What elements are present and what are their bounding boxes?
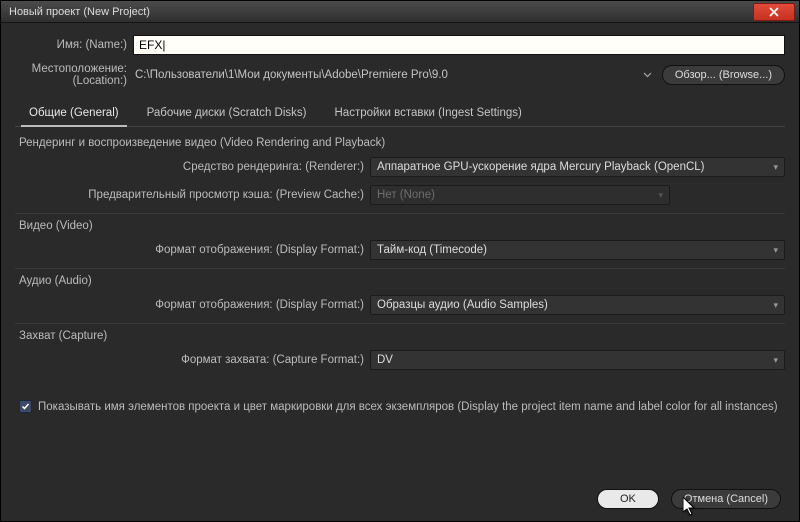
preview-cache-label: Предварительный просмотр кэша: (Preview … [15, 189, 370, 201]
chevron-down-icon: ▾ [773, 300, 778, 311]
tab-ingest-settings[interactable]: Настройки вставки (Ingest Settings) [321, 101, 536, 126]
capture-format-label: Формат захвата: (Capture Format:) [15, 354, 370, 366]
audio-display-format-value: Образцы аудио (Audio Samples) [377, 299, 548, 311]
divider [15, 268, 785, 269]
renderer-value: Аппаратное GPU-ускорение ядра Mercury Pl… [377, 161, 705, 173]
tab-general[interactable]: Общие (General) [15, 101, 133, 126]
chevron-down-icon: ▾ [773, 355, 778, 366]
preview-cache-select: Нет (None) ▾ [370, 185, 670, 205]
video-display-format-label: Формат отображения: (Display Format:) [15, 244, 370, 256]
section-video-title: Видео (Video) [19, 220, 785, 232]
name-input[interactable] [133, 35, 785, 55]
section-capture-title: Захват (Capture) [19, 330, 785, 342]
window-title: Новый проект (New Project) [9, 6, 150, 18]
capture-format-select[interactable]: DV ▾ [370, 350, 785, 370]
show-name-checkbox-row: Показывать имя элементов проекта и цвет … [15, 400, 785, 413]
cancel-button[interactable]: Отмена (Cancel) [671, 489, 781, 509]
location-dropdown[interactable] [640, 70, 656, 80]
tabs: Общие (General) Рабочие диски (Scratch D… [15, 101, 785, 127]
renderer-label: Средство рендеринга: (Renderer:) [15, 161, 370, 173]
chevron-down-icon: ▾ [658, 190, 663, 201]
name-row: Имя: (Name:) [15, 35, 785, 55]
new-project-dialog: Новый проект (New Project) Имя: (Name:) … [0, 0, 800, 522]
video-display-format-value: Тайм-код (Timecode) [377, 244, 487, 256]
chevron-down-icon [643, 72, 652, 78]
divider [15, 213, 785, 214]
show-name-checkbox-label: Показывать имя элементов проекта и цвет … [38, 401, 778, 413]
chevron-down-icon: ▾ [773, 162, 778, 173]
name-label: Имя: (Name:) [15, 39, 133, 51]
titlebar: Новый проект (New Project) [1, 1, 799, 23]
audio-display-format-select[interactable]: Образцы аудио (Audio Samples) ▾ [370, 295, 785, 315]
ok-button[interactable]: OK [597, 489, 659, 509]
preview-cache-value: Нет (None) [377, 189, 435, 201]
divider [15, 323, 785, 324]
chevron-down-icon: ▾ [773, 245, 778, 256]
section-audio-title: Аудио (Audio) [19, 275, 785, 287]
browse-button[interactable]: Обзор... (Browse...) [662, 65, 785, 85]
video-format-row: Формат отображения: (Display Format:) Та… [15, 240, 785, 260]
audio-display-format-label: Формат отображения: (Display Format:) [15, 299, 370, 311]
location-value: C:\Пользователи\1\Мои документы\Adobe\Pr… [133, 69, 640, 81]
preview-cache-row: Предварительный просмотр кэша: (Preview … [15, 185, 785, 205]
location-row: Местоположение: (Location:) C:\Пользоват… [15, 63, 785, 87]
renderer-select[interactable]: Аппаратное GPU-ускорение ядра Mercury Pl… [370, 157, 785, 177]
video-display-format-select[interactable]: Тайм-код (Timecode) ▾ [370, 240, 785, 260]
close-button[interactable] [753, 3, 795, 21]
renderer-row: Средство рендеринга: (Renderer:) Аппарат… [15, 157, 785, 177]
sections: Рендеринг и воспроизведение видео (Video… [15, 127, 785, 483]
show-name-checkbox[interactable] [19, 400, 32, 413]
capture-format-value: DV [377, 354, 393, 366]
dialog-body: Имя: (Name:) Местоположение: (Location:)… [1, 23, 799, 521]
footer: OK Отмена (Cancel) [15, 483, 785, 513]
location-label: Местоположение: (Location:) [15, 63, 133, 87]
tab-scratch-disks[interactable]: Рабочие диски (Scratch Disks) [133, 101, 321, 126]
section-render-title: Рендеринг и воспроизведение видео (Video… [19, 137, 785, 149]
checkmark-icon [21, 402, 30, 411]
close-icon [769, 7, 779, 17]
capture-format-row: Формат захвата: (Capture Format:) DV ▾ [15, 350, 785, 370]
audio-format-row: Формат отображения: (Display Format:) Об… [15, 295, 785, 315]
